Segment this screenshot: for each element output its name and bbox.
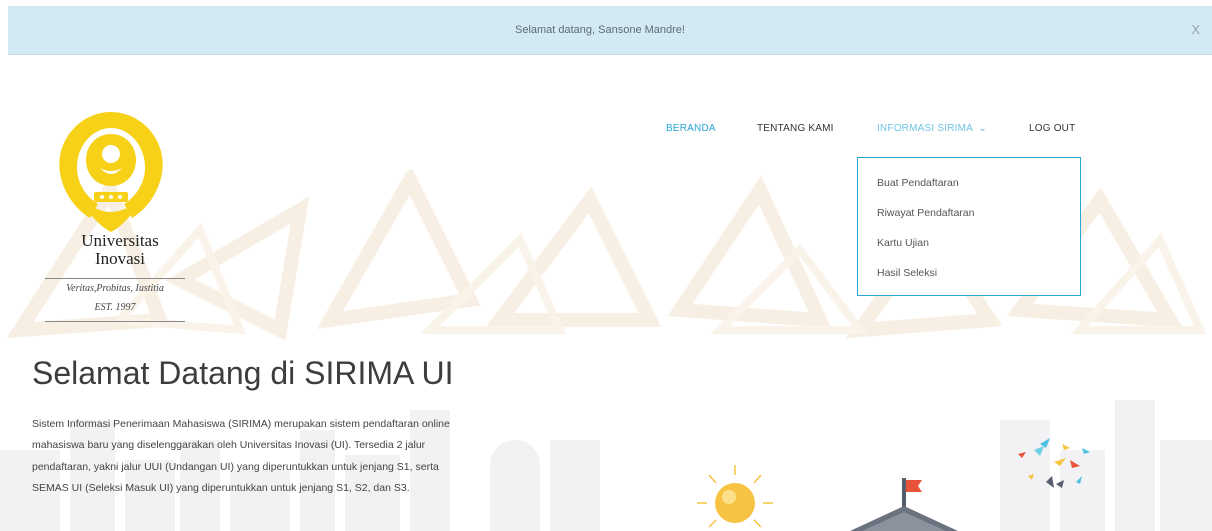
logo-name-line1: Universitas: [81, 231, 159, 250]
nav-informasi-sirima-label: INFORMASI SIRIMA: [877, 123, 973, 134]
nav-log-out[interactable]: LOG OUT: [1029, 120, 1075, 138]
university-logo[interactable]: Universitas Inovasi Veritas,Probitas, Iu…: [45, 108, 195, 323]
informasi-sirima-dropdown: Buat Pendaftaran Riwayat Pendaftaran Kar…: [857, 157, 1081, 296]
logo-motto: Veritas,Probitas, Iustitia: [66, 283, 164, 294]
logo-established: EST. 1997: [94, 302, 136, 313]
logo-name-line2: Inovasi: [94, 249, 146, 268]
welcome-banner: Selamat datang, Sansone Mandre! X: [8, 6, 1212, 55]
page-title: Selamat Datang di SIRIMA UI: [32, 355, 454, 391]
school-flag-icon: [850, 478, 958, 531]
logo-name: Universitas Inovasi: [45, 232, 195, 268]
makara-emblem-icon: [59, 112, 163, 232]
chevron-down-icon: ⌄: [978, 123, 988, 134]
menu-item-buat-pendaftaran[interactable]: Buat Pendaftaran: [877, 177, 959, 189]
welcome-message: Selamat datang, Sansone Mandre!: [514, 24, 685, 36]
sun-icon: [697, 465, 773, 528]
close-banner-button[interactable]: X: [1191, 6, 1200, 54]
intro-paragraph: Sistem Informasi Penerimaan Mahasiswa (S…: [32, 418, 450, 495]
logo-divider: [45, 278, 185, 279]
nav-beranda[interactable]: BERANDA: [666, 120, 716, 138]
nav-informasi-sirima[interactable]: INFORMASI SIRIMA ⌄: [877, 120, 987, 138]
logo-divider-bottom: [45, 321, 185, 322]
birds-icon: [1018, 438, 1090, 488]
nav-tentang-kami[interactable]: TENTANG KAMI: [757, 120, 834, 138]
menu-item-riwayat-pendaftaran[interactable]: Riwayat Pendaftaran: [877, 207, 974, 219]
menu-item-kartu-ujian[interactable]: Kartu Ujian: [877, 237, 929, 249]
menu-item-hasil-seleksi[interactable]: Hasil Seleksi: [877, 267, 937, 279]
